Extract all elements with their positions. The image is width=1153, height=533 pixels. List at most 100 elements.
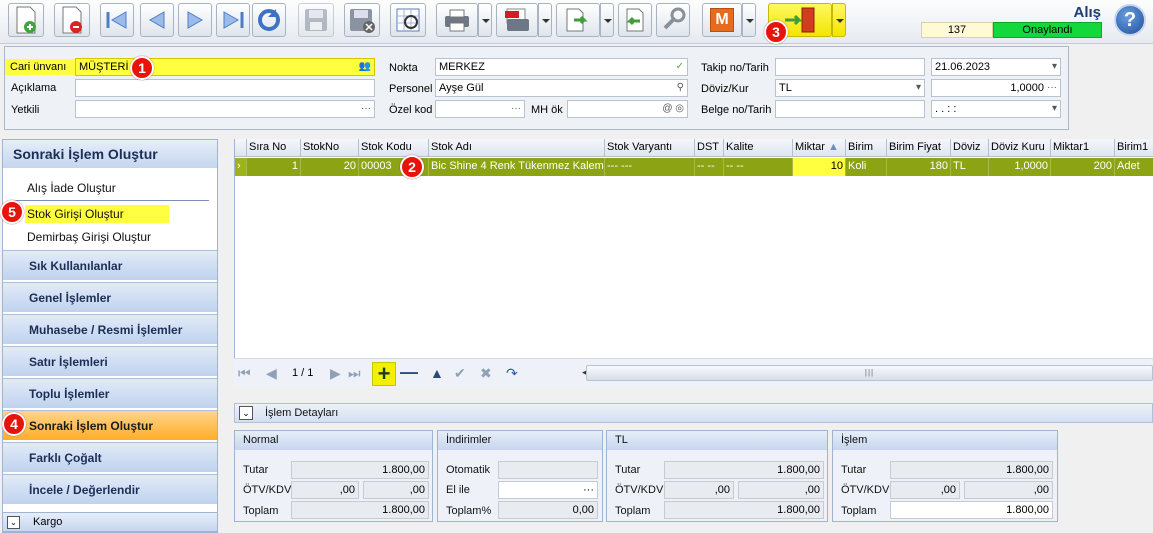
toplam-input[interactable]: 1.800,00: [890, 501, 1053, 519]
dropdown-arrow-icon[interactable]: ▾: [1052, 59, 1057, 75]
cell-kalite[interactable]: -- --: [724, 158, 793, 176]
cell-miktar[interactable]: 10: [793, 158, 846, 176]
cell-birim1[interactable]: Adet: [1115, 158, 1153, 176]
m-dropdown[interactable]: [742, 3, 756, 37]
cell-dst[interactable]: -- --: [695, 158, 724, 176]
section-incele[interactable]: İncele / Değerlendir: [3, 474, 217, 504]
cell-doviz[interactable]: TL: [951, 158, 989, 176]
section-sik-kullanilanlar[interactable]: Sık Kullanılanlar: [3, 250, 217, 280]
print-dropdown[interactable]: [478, 3, 492, 37]
move-up-icon[interactable]: ▲: [430, 365, 444, 381]
kargo-section[interactable]: ⌄ Kargo: [2, 512, 218, 532]
next-page-icon[interactable]: ▶: [330, 365, 341, 382]
alis-iade-link[interactable]: Alış İade Oluştur: [27, 181, 116, 195]
column-header[interactable]: Kalite: [724, 139, 793, 157]
settings-button[interactable]: [656, 3, 690, 37]
delete-document-button[interactable]: [54, 3, 90, 37]
kur-input[interactable]: 1,0000 ···: [931, 79, 1061, 97]
column-header[interactable]: Stok Adı: [429, 139, 605, 157]
ellipsis-icon[interactable]: ···: [511, 101, 521, 117]
cell-stok-adi[interactable]: Bic Shine 4 Renk Tükenmez Kalem: [429, 158, 605, 176]
ozel-kod-input[interactable]: ···: [435, 100, 525, 118]
ellipsis-icon[interactable]: ···: [583, 484, 594, 496]
ellipsis-icon[interactable]: ···: [1047, 80, 1057, 96]
column-header[interactable]: Stok Varyantı: [605, 139, 695, 157]
cari-unvani-input[interactable]: MÜŞTERİ 1 👥: [75, 58, 375, 76]
first-page-icon[interactable]: ⏮: [238, 365, 251, 382]
transfer-button[interactable]: [556, 3, 600, 37]
section-satir-islemleri[interactable]: Satır İşlemleri: [3, 346, 217, 376]
import-button[interactable]: [618, 3, 652, 37]
section-genel-islemler[interactable]: Genel İşlemler: [3, 282, 217, 312]
column-header[interactable]: Birim Fiyat: [887, 139, 951, 157]
column-header[interactable]: Birim: [846, 139, 887, 157]
details-header[interactable]: ⌄ İşlem Detayları: [234, 403, 1153, 423]
next-record-button[interactable]: [178, 3, 212, 37]
expand-icon[interactable]: ⌄: [239, 406, 253, 420]
doviz-select[interactable]: TL ▾: [775, 79, 925, 97]
column-header[interactable]: Miktar1: [1051, 139, 1115, 157]
cancel-icon[interactable]: ✖: [480, 365, 492, 382]
remove-row-icon[interactable]: —: [400, 362, 418, 383]
add-row-button[interactable]: +: [372, 362, 396, 386]
first-record-button[interactable]: [100, 3, 134, 37]
cell-doviz-kuru[interactable]: 1,0000: [989, 158, 1051, 176]
dropdown-arrow-icon[interactable]: ▾: [916, 80, 921, 96]
horizontal-scrollbar[interactable]: |||: [586, 365, 1153, 381]
belge-date-input[interactable]: . . : : ▾: [931, 100, 1061, 118]
column-header[interactable]: Sıra No: [247, 139, 301, 157]
cell-stok-no[interactable]: 20: [301, 158, 359, 176]
undo-icon[interactable]: ↷: [506, 365, 518, 382]
exit-dropdown[interactable]: [832, 3, 846, 37]
column-header[interactable]: DST: [695, 139, 724, 157]
ellipsis-icon[interactable]: ···: [361, 101, 371, 117]
stok-girisi-link[interactable]: Stok Girişi Oluştur: [25, 205, 169, 223]
takip-date-input[interactable]: 21.06.2023 ▾: [931, 58, 1061, 76]
personel-input[interactable]: Ayşe Gül ⚲: [435, 79, 688, 97]
save-close-button[interactable]: [344, 3, 380, 37]
help-button[interactable]: ?: [1114, 4, 1146, 36]
column-header[interactable]: Döviz Kuru: [989, 139, 1051, 157]
section-sonraki-islem[interactable]: Sonraki İşlem Oluştur: [3, 410, 217, 440]
transfer-dropdown[interactable]: [600, 3, 614, 37]
column-header[interactable]: Döviz: [951, 139, 989, 157]
section-toplu-islemler[interactable]: Toplu İşlemler: [3, 378, 217, 408]
people-lookup-icon[interactable]: 👥: [359, 59, 371, 75]
cell-stok-varyanti[interactable]: --- ---: [605, 158, 695, 176]
new-document-button[interactable]: [8, 3, 44, 37]
print-button[interactable]: [436, 3, 478, 37]
column-header-sorted[interactable]: Miktar ▲: [793, 139, 846, 157]
belge-no-input[interactable]: [775, 100, 925, 118]
pdf-dropdown[interactable]: [538, 3, 552, 37]
refresh-button[interactable]: [252, 3, 286, 37]
preview-button[interactable]: [390, 3, 426, 37]
column-header[interactable]: Stok Kodu: [359, 139, 429, 157]
pdf-export-button[interactable]: [496, 3, 538, 37]
cell-birim-fiyat[interactable]: 180: [887, 158, 951, 176]
nokta-input[interactable]: MERKEZ ✓: [435, 58, 688, 76]
scroll-thumb[interactable]: |||: [587, 366, 1152, 380]
demirbas-girisi-link[interactable]: Demirbaş Girişi Oluştur: [27, 230, 151, 244]
cell-miktar1[interactable]: 200: [1051, 158, 1115, 176]
cell-sira-no[interactable]: 1: [247, 158, 301, 176]
yetkili-input[interactable]: ···: [75, 100, 375, 118]
confirm-icon[interactable]: ✔: [454, 365, 466, 382]
column-header[interactable]: Birim1: [1115, 139, 1153, 157]
at-lookup-icon[interactable]: @ ◎: [662, 101, 684, 117]
section-muhasebe[interactable]: Muhasebe / Resmi İşlemler: [3, 314, 217, 344]
column-header[interactable]: StokNo: [301, 139, 359, 157]
save-button[interactable]: [298, 3, 334, 37]
previous-record-button[interactable]: [140, 3, 174, 37]
section-farkli-cogalt[interactable]: Farklı Çoğalt: [3, 442, 217, 472]
cell-birim[interactable]: Koli: [846, 158, 887, 176]
el-ile-input[interactable]: ···: [498, 481, 598, 499]
expand-icon[interactable]: ⌄: [7, 516, 20, 529]
dropdown-arrow-icon[interactable]: ▾: [1052, 101, 1057, 117]
aciklama-input[interactable]: [75, 79, 375, 97]
last-record-button[interactable]: [216, 3, 250, 37]
takip-no-input[interactable]: [775, 58, 925, 76]
previous-page-icon[interactable]: ◀: [266, 365, 277, 382]
person-lookup-icon[interactable]: ⚲: [677, 80, 684, 96]
last-page-icon[interactable]: ⏭: [348, 365, 361, 382]
mh-ok-input[interactable]: @ ◎: [567, 100, 688, 118]
